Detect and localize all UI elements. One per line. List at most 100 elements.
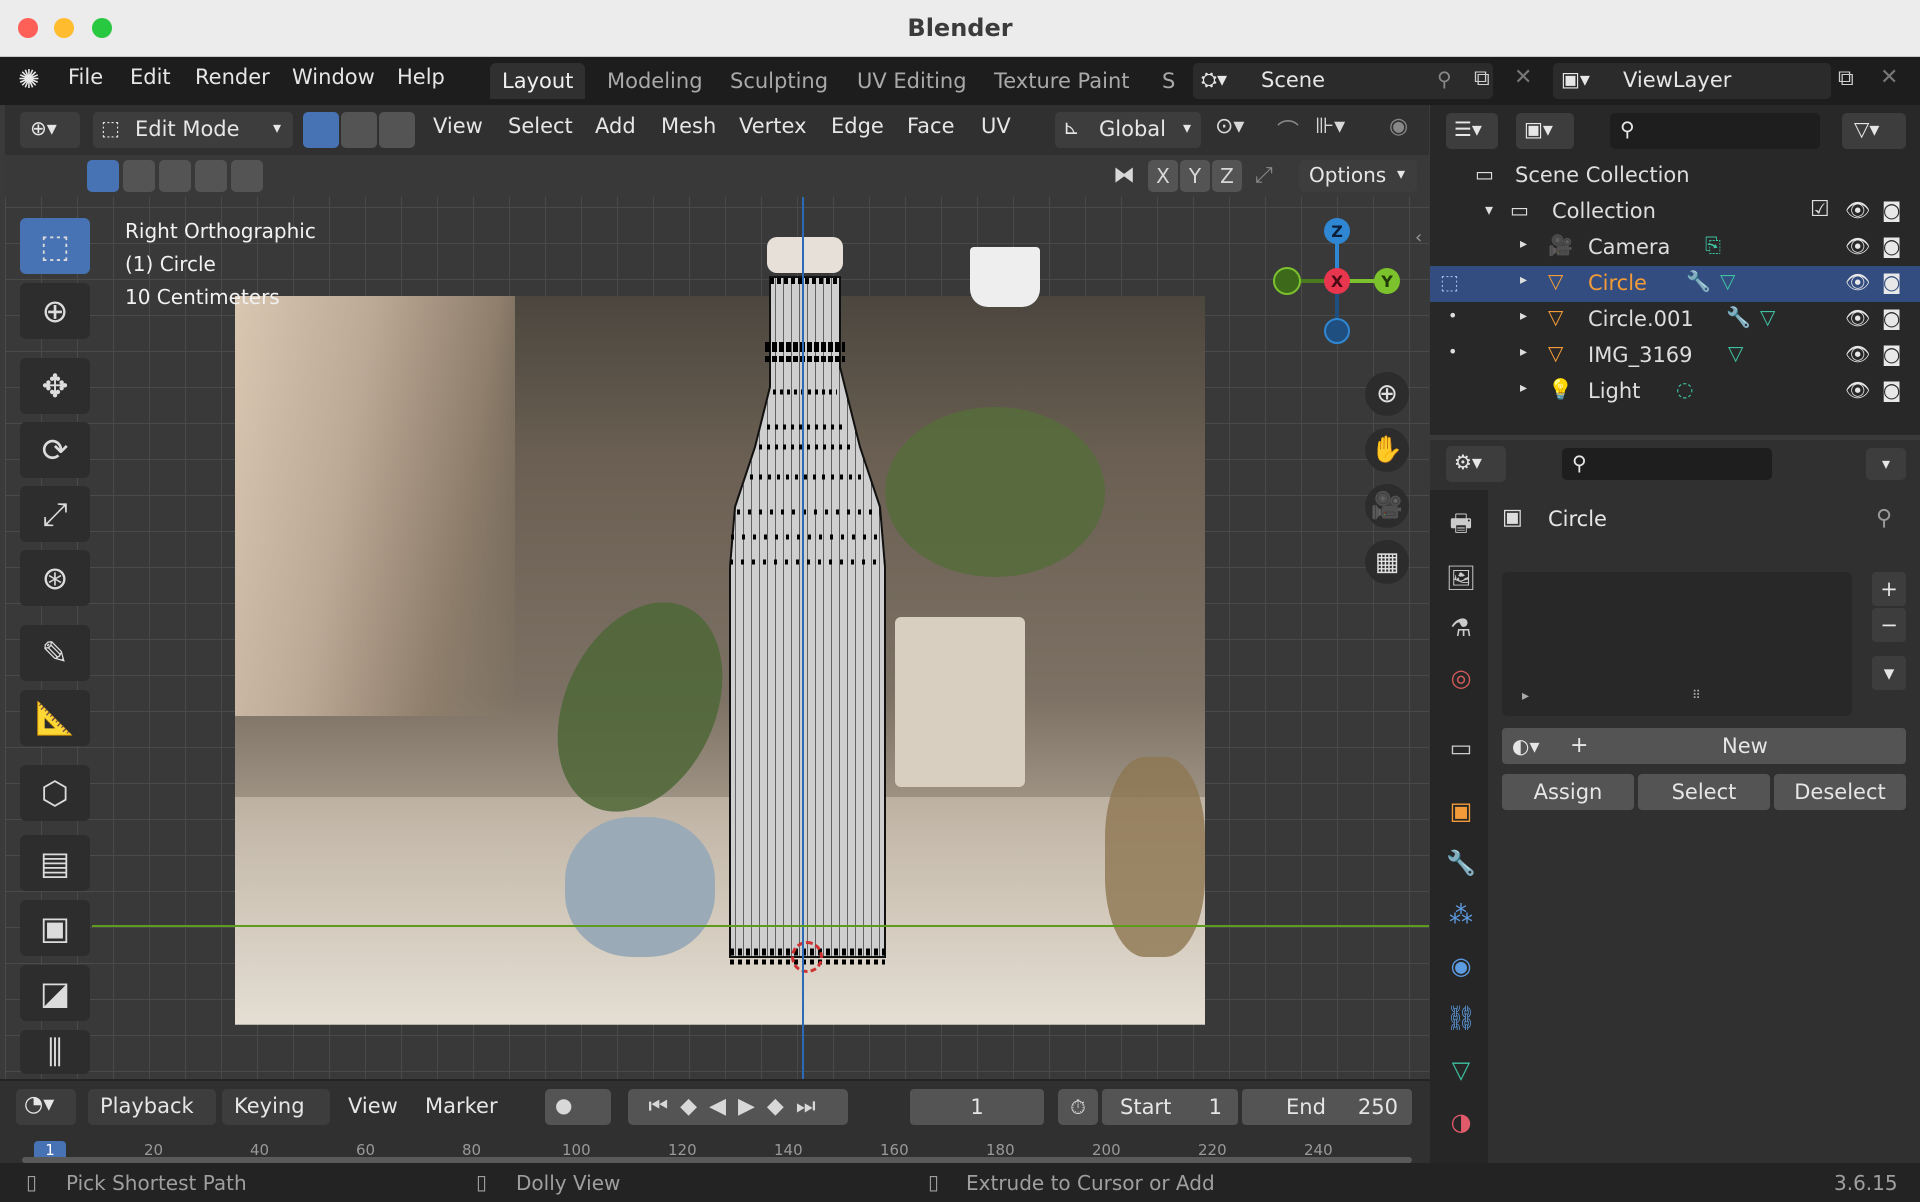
timeline-editor-type[interactable]: ◔▾ bbox=[16, 1089, 76, 1125]
mesh-data-icon[interactable]: ▽ bbox=[1760, 305, 1775, 329]
scene-selector[interactable]: ⛭▾ Scene ⚲ bbox=[1193, 63, 1493, 99]
world-properties-tab[interactable]: ▭ bbox=[1443, 730, 1479, 766]
scene-collection-row[interactable]: ▭ Scene Collection bbox=[1430, 158, 1920, 194]
outliner-item-circle-001[interactable]: • ▸ ▽ Circle.001 🔧 ▽ 👁 ◙ bbox=[1430, 302, 1920, 338]
edit-mode-indicator-icon[interactable]: ⬚ bbox=[1440, 270, 1459, 294]
select-extend-icon[interactable] bbox=[123, 160, 155, 192]
current-frame-field[interactable]: 1 bbox=[910, 1089, 1044, 1125]
view-layer-selector[interactable]: ▣▾ ViewLayer bbox=[1553, 63, 1831, 99]
editor-type-button[interactable]: ⊕▾ bbox=[20, 112, 80, 148]
transform-orientation-selector[interactable]: ⊾ Global ▾ bbox=[1055, 112, 1201, 148]
add-group-button[interactable]: + bbox=[1872, 572, 1906, 606]
new-view-layer-icon[interactable]: ⧉ bbox=[1838, 66, 1854, 91]
outliner-item-img-3169[interactable]: • ▸ ▽ IMG_3169 ▽ 👁 ◙ bbox=[1430, 338, 1920, 374]
3d-cursor-icon[interactable] bbox=[791, 941, 823, 973]
expand-arrow-icon[interactable]: ▸ bbox=[1520, 308, 1527, 324]
filter-button[interactable]: ▽▾ bbox=[1842, 113, 1906, 149]
properties-options-dropdown[interactable]: ▾ bbox=[1866, 448, 1906, 480]
viewport-menu-add[interactable]: Add bbox=[595, 114, 636, 138]
select-invert-icon[interactable] bbox=[195, 160, 227, 192]
timeline-menu-view[interactable]: View bbox=[348, 1094, 398, 1118]
menu-render[interactable]: Render bbox=[195, 65, 270, 89]
constraints-properties-tab[interactable]: ⛓ bbox=[1443, 1000, 1479, 1036]
expand-arrow-icon[interactable]: ▸ bbox=[1522, 688, 1529, 704]
ortho-toggle-icon[interactable]: ▦ bbox=[1365, 540, 1409, 584]
mesh-data-icon[interactable]: ▽ bbox=[1720, 269, 1735, 293]
modifier-wrench-icon[interactable]: 🔧 bbox=[1726, 305, 1751, 329]
viewport-menu-mesh[interactable]: Mesh bbox=[661, 114, 716, 138]
eye-icon[interactable]: 👁 bbox=[1845, 342, 1870, 366]
proportional-edit-icon[interactable]: ◉ bbox=[1389, 114, 1408, 139]
modifier-wrench-icon[interactable]: 🔧 bbox=[1686, 269, 1711, 293]
pivot-point-icon[interactable]: ⊙▾ bbox=[1215, 114, 1244, 139]
deselect-button[interactable]: Deselect bbox=[1774, 774, 1906, 810]
menu-edit[interactable]: Edit bbox=[130, 65, 171, 89]
timer-icon[interactable]: ⏱ bbox=[1058, 1089, 1098, 1125]
select-button[interactable]: Select bbox=[1638, 774, 1770, 810]
material-slot-icon[interactable]: ◐▾ bbox=[1512, 728, 1540, 764]
select-new-icon[interactable] bbox=[87, 160, 119, 192]
modifier-properties-tab[interactable]: 🔧 bbox=[1443, 845, 1479, 881]
expand-arrow-icon[interactable]: ▸ bbox=[1520, 344, 1527, 360]
menu-file[interactable]: File bbox=[68, 65, 103, 89]
move-tool[interactable]: ✥ bbox=[20, 358, 90, 414]
camera-render-icon[interactable]: ◙ bbox=[1882, 198, 1901, 222]
camera-render-icon[interactable]: ◙ bbox=[1882, 342, 1901, 366]
physics-properties-tab[interactable]: ◉ bbox=[1443, 948, 1479, 984]
tab-uv-editing[interactable]: UV Editing bbox=[845, 63, 979, 99]
camera-view-icon[interactable]: 🎥 bbox=[1365, 484, 1409, 528]
select-intersect-icon[interactable] bbox=[231, 160, 263, 192]
zoom-icon[interactable]: ⊕ bbox=[1365, 372, 1409, 416]
vertex-groups-list[interactable]: ▸ ⠿ bbox=[1502, 572, 1852, 716]
remove-group-button[interactable]: − bbox=[1872, 608, 1906, 642]
rotate-tool[interactable]: ⟳ bbox=[20, 422, 90, 478]
group-specials-dropdown[interactable]: ▾ bbox=[1872, 656, 1906, 690]
new-scene-icon[interactable]: ⧉ bbox=[1474, 66, 1490, 91]
tab-modeling[interactable]: Modeling bbox=[595, 63, 715, 99]
blender-logo-icon[interactable]: ✺ bbox=[18, 65, 40, 95]
camera-render-icon[interactable]: ◙ bbox=[1882, 378, 1901, 402]
outliner-item-circle[interactable]: ⬚ ▸ ▽ Circle 🔧 ▽ 👁 ◙ bbox=[1430, 266, 1920, 302]
frame-ruler[interactable]: 1 20 40 60 80 100 120 140 160 180 200 22… bbox=[22, 1139, 1412, 1163]
viewport-menu-face[interactable]: Face bbox=[907, 114, 955, 138]
data-properties-tab[interactable]: ▽ bbox=[1443, 1052, 1479, 1088]
outliner-search-input[interactable]: ⚲ bbox=[1610, 113, 1820, 149]
add-cube-tool[interactable]: ⬡ bbox=[20, 765, 90, 821]
timeline-menu-marker[interactable]: Marker bbox=[425, 1094, 498, 1118]
display-mode-selector[interactable]: ▣▾ bbox=[1516, 113, 1574, 149]
viewport-menu-edge[interactable]: Edge bbox=[831, 114, 884, 138]
scene-properties-tab[interactable]: ◎ bbox=[1443, 660, 1479, 696]
inset-tool[interactable]: ▣ bbox=[20, 900, 90, 956]
dot-icon[interactable]: • bbox=[1448, 306, 1457, 325]
sidebar-toggle-icon[interactable]: ‹ bbox=[1415, 227, 1422, 248]
eye-icon[interactable]: 👁 bbox=[1845, 270, 1870, 294]
light-data-icon[interactable]: ◌ bbox=[1676, 377, 1693, 401]
view-layer-properties-tab[interactable]: ⚗ bbox=[1443, 610, 1479, 646]
particles-properties-tab[interactable]: ⁂ bbox=[1443, 897, 1479, 933]
pin-icon[interactable]: ⚲ bbox=[1876, 506, 1892, 531]
start-frame-field[interactable]: Start 1 bbox=[1102, 1089, 1238, 1125]
end-frame-field[interactable]: End 250 bbox=[1242, 1089, 1412, 1125]
tab-layout[interactable]: Layout bbox=[490, 63, 586, 99]
mirror-z-toggle[interactable]: Z bbox=[1212, 160, 1242, 192]
playback-menu[interactable]: Playback bbox=[88, 1089, 216, 1125]
viewport-menu-uv[interactable]: UV bbox=[981, 114, 1011, 138]
expand-arrow-icon[interactable]: ▸ bbox=[1520, 272, 1527, 288]
select-subtract-icon[interactable] bbox=[159, 160, 191, 192]
mode-selector[interactable]: ⬚ Edit Mode ▾ bbox=[93, 112, 293, 148]
tab-sculpting[interactable]: Sculpting bbox=[718, 63, 840, 99]
playback-controls[interactable]: ⏮◆◀▶◆⏭ bbox=[628, 1089, 848, 1125]
assign-button[interactable]: Assign bbox=[1502, 774, 1634, 810]
select-box-tool[interactable]: ⬚ bbox=[20, 218, 90, 274]
expand-arrow-icon[interactable]: ▸ bbox=[1520, 236, 1527, 252]
viewport-menu-vertex[interactable]: Vertex bbox=[739, 114, 807, 138]
expand-arrow-icon[interactable]: ▾ bbox=[1485, 200, 1493, 219]
edge-select-button[interactable] bbox=[341, 112, 377, 148]
navigation-gizmo[interactable]: Z X Y bbox=[1255, 217, 1405, 347]
delete-scene-icon[interactable]: ✕ bbox=[1514, 65, 1532, 90]
object-properties-tab[interactable]: ▣ bbox=[1443, 793, 1479, 829]
mesh-data-icon[interactable]: ▽ bbox=[1728, 341, 1743, 365]
expand-arrow-icon[interactable]: ▸ bbox=[1520, 380, 1527, 396]
eye-icon[interactable]: 👁 bbox=[1845, 378, 1870, 402]
output-properties-tab[interactable]: 🖼 bbox=[1443, 560, 1479, 596]
